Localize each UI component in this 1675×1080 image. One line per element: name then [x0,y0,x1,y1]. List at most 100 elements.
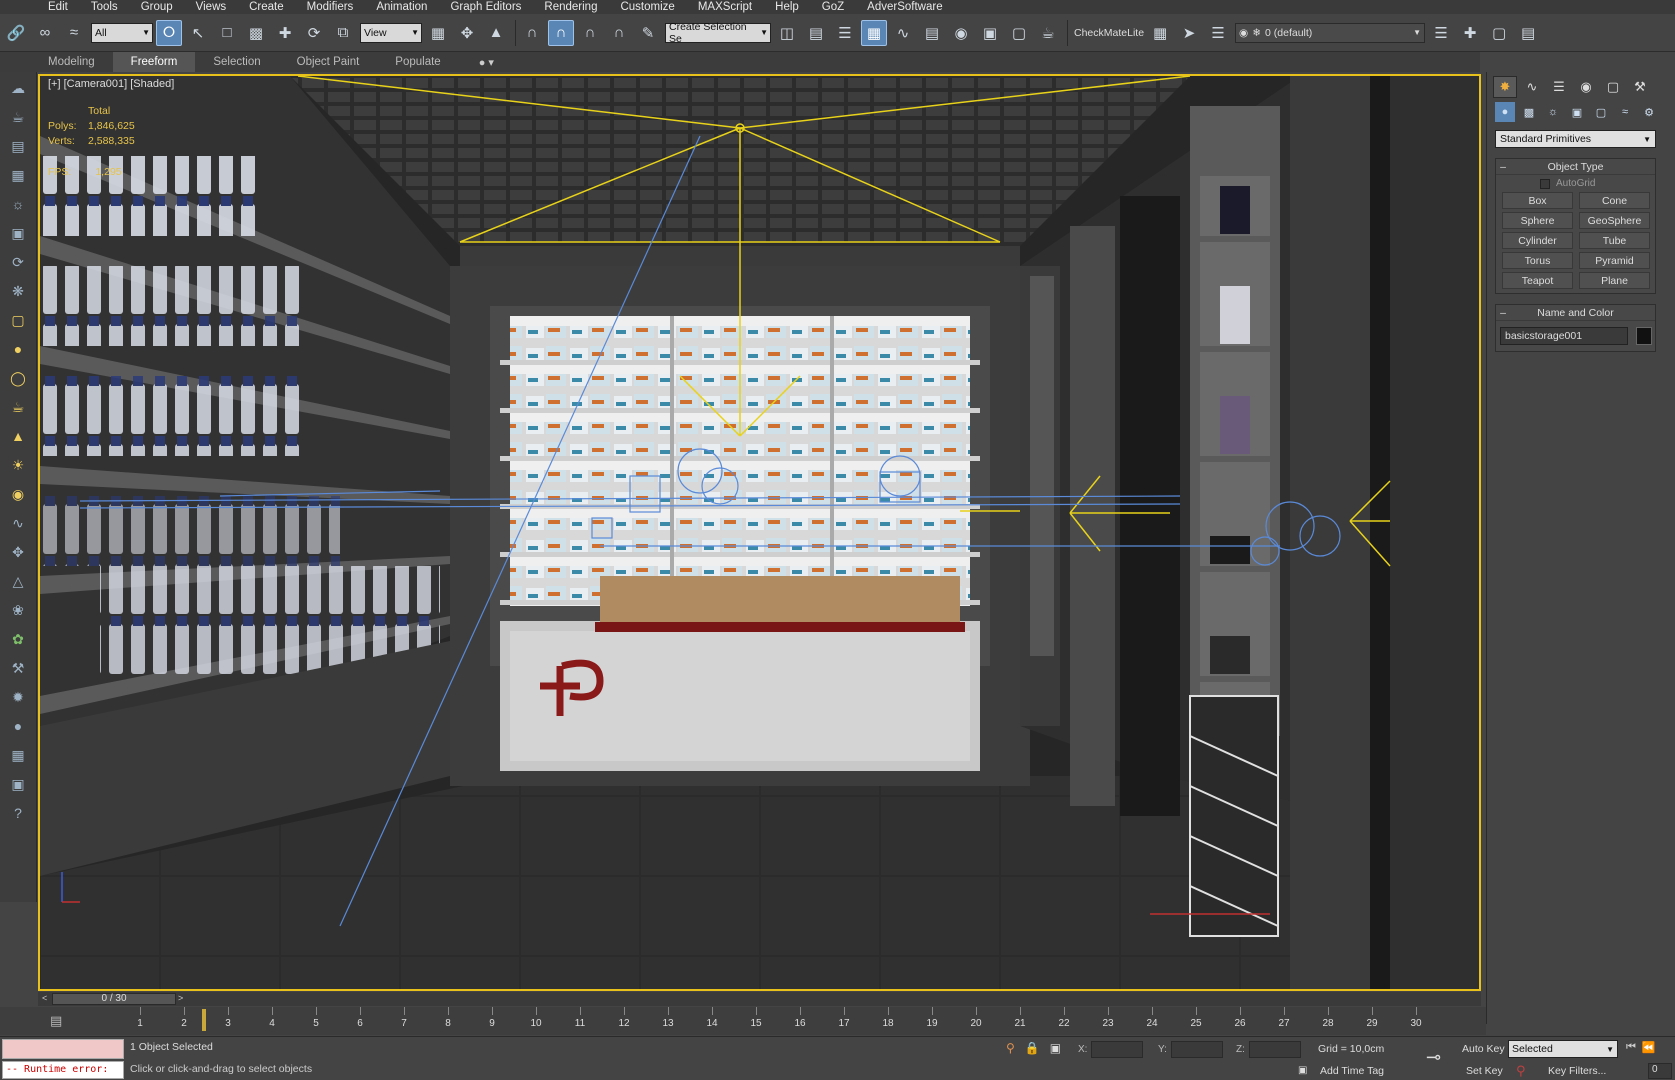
spinner-snap-icon[interactable]: ∩ [606,20,632,46]
rollout-header[interactable]: – Object Type [1496,159,1655,175]
add-to-layer-icon[interactable]: ▢ [1486,20,1512,46]
x-field[interactable] [1091,1041,1144,1058]
keyboard-shortcut-override-icon[interactable]: ▲ [483,20,509,46]
tab-selection[interactable]: Selection [195,52,278,72]
curve-editor-icon[interactable]: ∿ [890,20,916,46]
create-layer-icon[interactable]: ✚ [1457,20,1483,46]
checkmate-label[interactable]: CheckMateLite [1074,27,1144,39]
time-tag-icon[interactable]: ▣ [1298,1065,1307,1076]
spiral-icon[interactable]: ⟳ [4,249,32,275]
material-editor-icon[interactable]: ◉ [948,20,974,46]
object-name-field[interactable]: basicstorage001 [1500,327,1628,345]
tab-freeform[interactable]: Freeform [112,52,196,72]
snaps-toggle-icon[interactable]: ∩ [519,20,545,46]
add-time-tag-button[interactable]: Add Time Tag [1320,1065,1384,1077]
select-rotate-icon[interactable]: ⟳ [301,20,327,46]
select-object-icon[interactable]: ⭘ [156,19,182,46]
menu-customize[interactable]: Customize [620,0,674,14]
plane-button[interactable]: Plane [1579,272,1650,289]
cone-button[interactable]: Cone [1579,192,1650,209]
edit-named-selection-icon[interactable]: ✎ [635,20,661,46]
viewport-label[interactable]: [+] [Camera001] [Shaded] [48,78,174,90]
maxscript-error-field[interactable]: -- Runtime error: [2,1061,124,1079]
select-layer-icon[interactable]: ▤ [1515,20,1541,46]
time-slider[interactable]: < 0 / 30 > [38,992,1481,1006]
scatter-icon[interactable]: ✹ [4,684,32,710]
tab-modeling[interactable]: Modeling [30,52,113,72]
menu-adversoftware[interactable]: AdverSoftware [867,0,942,14]
pyramid-button[interactable]: Pyramid [1579,252,1650,269]
menu-rendering[interactable]: Rendering [544,0,597,14]
spline-icon[interactable]: ∿ [4,510,32,536]
material-sphere-icon[interactable]: ● [4,713,32,739]
layer-manager-icon[interactable]: ☰ [832,20,858,46]
unlink-icon[interactable]: ∞ [32,20,58,46]
geosphere-button[interactable]: GeoSphere [1579,212,1650,229]
pointer-icon[interactable]: ➤ [1176,20,1202,46]
named-selection-dropdown[interactable]: Create Selection Se ▼ [665,21,771,45]
maxscript-listener-field[interactable] [2,1039,124,1059]
percent-snap-icon[interactable]: ∩ [577,20,603,46]
timeline-ruler[interactable]: 1 2 3 4 5 6 7 8 9 10 11 12 13 14 15 16 17 18 19 20 21 22 23 24 2… [100,1007,1440,1035]
ribbon-toggle-icon[interactable]: ▦ [861,19,887,46]
menu-modifiers[interactable]: Modifiers [307,0,354,14]
box-button[interactable]: Box [1502,192,1573,209]
z-field[interactable] [1248,1041,1301,1058]
hair-fur-icon[interactable]: ⚒ [4,655,32,681]
mirror-icon[interactable]: ◫ [774,20,800,46]
motion-tab-icon[interactable]: ◉ [1574,76,1598,98]
geosphere-icon[interactable]: ◉ [4,481,32,507]
teapot-primitive-icon[interactable]: ☕ [4,394,32,420]
autogrid-toggle[interactable]: AutoGrid [1540,178,1655,189]
key-icon[interactable]: ⊸ [1426,1047,1441,1068]
time-slider-next[interactable]: > [178,993,183,1003]
checkmate-grid-icon[interactable]: ▦ [1147,20,1173,46]
rollout-header[interactable]: – Name and Color [1496,305,1655,321]
torus-icon[interactable]: ◯ [4,365,32,391]
previous-frame-icon[interactable]: ⏪ [1642,1041,1656,1054]
create-icon[interactable]: ☁ [4,75,32,101]
lock-icon[interactable]: 🔒 [1025,1041,1040,1055]
auto-key-button[interactable]: Auto Key [1462,1043,1505,1055]
menu-animation[interactable]: Animation [376,0,427,14]
key-mode-dropdown[interactable]: Selected ▼ [1508,1040,1618,1058]
sun-icon[interactable]: ☀ [4,452,32,478]
particles-icon[interactable]: ❋ [4,278,32,304]
layer-dropdown[interactable]: ◉ ❄ 0 (default) ▼ [1235,22,1426,43]
grid-icon[interactable]: ▦ [4,162,32,188]
scene-explorer-icon[interactable]: ▦ [4,742,32,768]
lights-icon[interactable]: ☼ [1543,102,1563,122]
autogrid-checkbox[interactable] [1540,178,1550,189]
system-icon[interactable]: △ [4,568,32,594]
go-to-start-icon[interactable]: ⏮ [1626,1041,1636,1054]
systems-icon[interactable]: ⚙ [1639,102,1659,122]
camera-viewport[interactable]: [+] [Camera001] [Shaded] Total Polys: 1,8… [38,74,1481,991]
current-frame-marker[interactable] [202,1009,206,1031]
menu-maxscript[interactable]: MAXScript [698,0,752,14]
isolate-icon[interactable]: ⚲ [1006,1041,1015,1055]
render-production-icon[interactable]: ☕ [1035,20,1061,46]
utilities-tab-icon[interactable]: ⚒ [1628,76,1652,98]
select-by-name-icon[interactable]: ↖ [185,20,211,46]
absolute-mode-icon[interactable]: ▣ [1050,1041,1061,1055]
region-select-icon[interactable]: □ [214,20,240,46]
key-filters-button[interactable]: Key Filters... [1548,1065,1606,1077]
selection-filter-dropdown[interactable]: All ▼ [91,22,153,43]
teapot-icon[interactable]: ☕ [4,104,32,130]
set-key-icon[interactable]: ⚲ [1516,1063,1526,1079]
select-move-icon[interactable]: ✚ [272,20,298,46]
help-icon[interactable]: ? [4,800,32,826]
track-bar[interactable]: ▤ 1 2 3 4 5 6 7 8 9 10 11 12 13 14 15 16 17 18 19 20 21 22 23 2… [0,1007,1486,1035]
menu-tools[interactable]: Tools [91,0,118,14]
mini-curve-editor-icon[interactable]: ▤ [50,1013,62,1029]
helpers-icon[interactable]: ▢ [1591,102,1611,122]
menu-views[interactable]: Views [196,0,226,14]
create-tab-icon[interactable]: ✸ [1493,76,1517,98]
object-color-swatch[interactable] [1636,327,1652,345]
menu-graph-editors[interactable]: Graph Editors [450,0,521,14]
shapes-icon[interactable]: ▩ [1519,102,1539,122]
ribbon-options-icon[interactable]: ● ▾ [479,56,494,69]
rendered-frame-window-icon[interactable]: ▢ [1006,20,1032,46]
select-scale-icon[interactable]: ⧉ [330,20,356,46]
hierarchy-tab-icon[interactable]: ☰ [1547,76,1571,98]
